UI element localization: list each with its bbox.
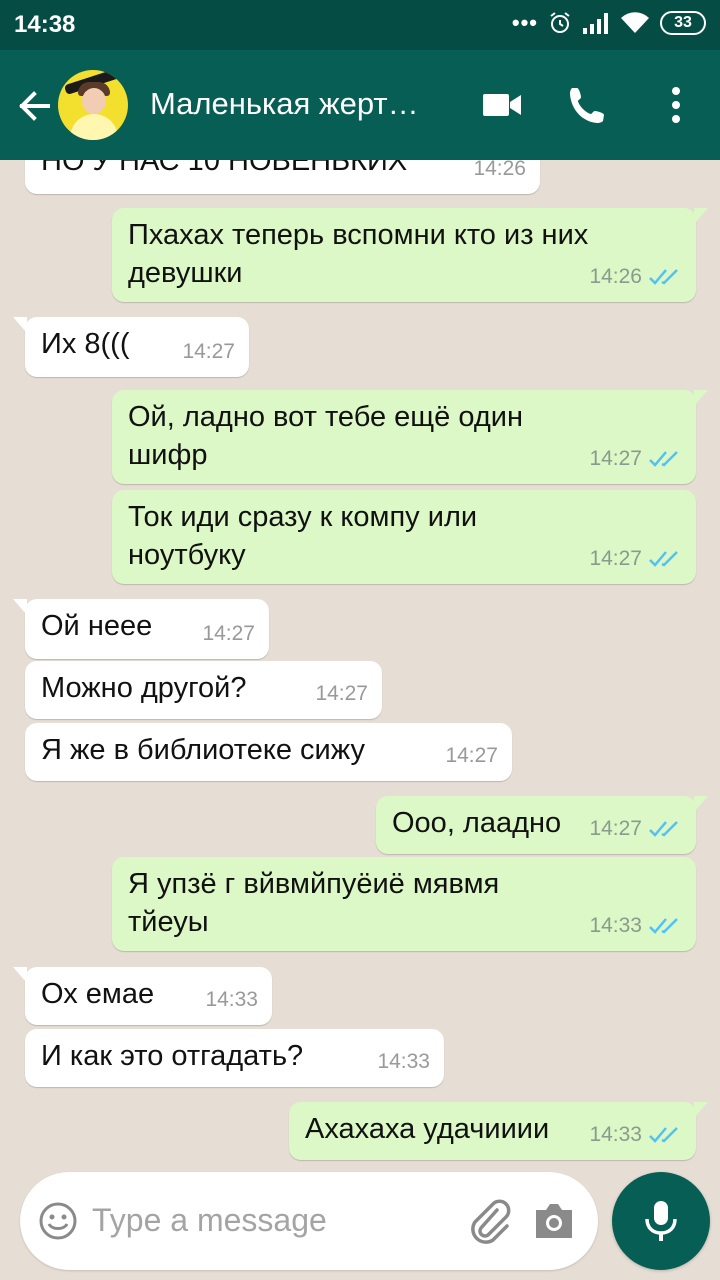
alarm-icon <box>550 12 570 33</box>
double-check-icon <box>649 821 678 837</box>
message-incoming[interactable]: Можно другой? 14:27 <box>25 661 382 719</box>
phone-icon[interactable] <box>563 80 613 130</box>
message-meta: 14:33 <box>589 907 682 945</box>
message-text: Я же в библиотеке сижу <box>41 734 365 766</box>
mic-icon <box>645 1201 677 1241</box>
message-meta: 14:27 <box>182 333 235 371</box>
message-outgoing[interactable]: Я упзё г вйвмйпуёиё мявмя тйеуы 14:33 <box>112 857 696 951</box>
message-time: 14:33 <box>377 1050 430 1073</box>
message-meta: 14:27 <box>315 675 368 713</box>
message-meta: 14:33 <box>205 981 258 1019</box>
double-check-icon <box>649 451 678 467</box>
emoji-icon[interactable] <box>38 1201 78 1241</box>
message-incoming[interactable]: НО У НАС 10 НОВЕНЬКИХ 14:26 <box>25 160 540 194</box>
message-meta: 14:26 <box>589 258 682 296</box>
message-time: 14:27 <box>445 744 498 767</box>
message-incoming[interactable]: Ох емае 14:33 <box>13 967 272 1025</box>
wifi-icon <box>621 12 649 34</box>
message-outgoing[interactable]: Пхахах теперь вспомни кто из них девушки… <box>112 208 708 302</box>
double-check-icon <box>649 551 678 567</box>
message-outgoing[interactable]: Ахахаха удачииии 14:33 <box>289 1102 708 1160</box>
message-time: 14:27 <box>589 447 642 470</box>
double-check-icon <box>649 918 678 934</box>
message-meta: 14:26 <box>473 160 526 188</box>
message-outgoing[interactable]: Ой, ладно вот тебе ещё один шифр 14:27 <box>112 390 708 484</box>
message-meta: 14:27 <box>202 615 255 653</box>
contact-name[interactable]: Маленькая жерт… <box>150 86 419 122</box>
chat-header: Маленькая жерт… <box>0 50 720 160</box>
status-time: 14:38 <box>14 11 76 38</box>
message-time: 14:26 <box>589 265 642 288</box>
message-incoming[interactable]: И как это отгадать? 14:33 <box>25 1029 444 1087</box>
message-meta: 14:33 <box>377 1043 430 1081</box>
more-vert-icon[interactable] <box>651 80 701 130</box>
contact-avatar[interactable] <box>58 70 128 140</box>
message-time: 14:27 <box>182 340 235 363</box>
camera-icon[interactable] <box>532 1200 576 1242</box>
status-icons: ••• 33 <box>512 10 706 36</box>
more-notifications-icon: ••• <box>511 10 538 35</box>
message-time: 14:33 <box>589 914 642 937</box>
message-meta: 14:27 <box>589 810 682 848</box>
message-time: 14:33 <box>205 988 258 1011</box>
double-check-icon <box>649 1127 678 1143</box>
message-incoming[interactable]: Я же в библиотеке сижу 14:27 <box>25 723 512 781</box>
message-incoming[interactable]: Их 8((( 14:27 <box>13 317 249 377</box>
signal-icon <box>583 13 608 34</box>
message-time: 14:27 <box>589 817 642 840</box>
message-time: 14:27 <box>315 682 368 705</box>
message-composer <box>20 1172 598 1270</box>
mic-button[interactable] <box>612 1172 710 1270</box>
message-input[interactable] <box>92 1198 392 1242</box>
battery-icon: 33 <box>660 11 706 35</box>
message-text: НО У НАС 10 НОВЕНЬКИХ <box>41 160 408 177</box>
message-text: И как это отгадать? <box>41 1040 304 1072</box>
message-time: 14:26 <box>473 160 526 180</box>
message-list[interactable]: НО У НАС 10 НОВЕНЬКИХ 14:26 Пхахах тепер… <box>0 160 720 1170</box>
message-text: Ток иди сразу к компу или ноутбуку <box>128 501 478 571</box>
message-outgoing[interactable]: Ооо, лаадно 14:27 <box>376 796 708 854</box>
message-meta: 14:27 <box>445 737 498 775</box>
double-check-icon <box>649 269 678 285</box>
message-text: Пхахах теперь вспомни кто из них девушки <box>128 219 589 289</box>
message-text: Я упзё г вйвмйпуёиё мявмя тйеуы <box>128 868 500 938</box>
paperclip-icon[interactable] <box>467 1198 511 1244</box>
message-time: 14:27 <box>202 622 255 645</box>
arrow-back-icon[interactable] <box>14 86 54 126</box>
status-bar: 14:38 ••• 33 <box>0 0 720 50</box>
message-text: Ой, ладно вот тебе ещё один шифр <box>128 401 523 471</box>
message-outgoing[interactable]: Ток иди сразу к компу или ноутбуку 14:27 <box>112 490 696 584</box>
message-incoming[interactable]: Ой неее 14:27 <box>13 599 269 659</box>
message-time: 14:27 <box>589 547 642 570</box>
message-meta: 14:33 <box>589 1116 682 1154</box>
message-meta: 14:27 <box>589 540 682 578</box>
video-call-icon[interactable] <box>477 80 527 130</box>
message-time: 14:33 <box>589 1123 642 1146</box>
message-meta: 14:27 <box>589 440 682 478</box>
